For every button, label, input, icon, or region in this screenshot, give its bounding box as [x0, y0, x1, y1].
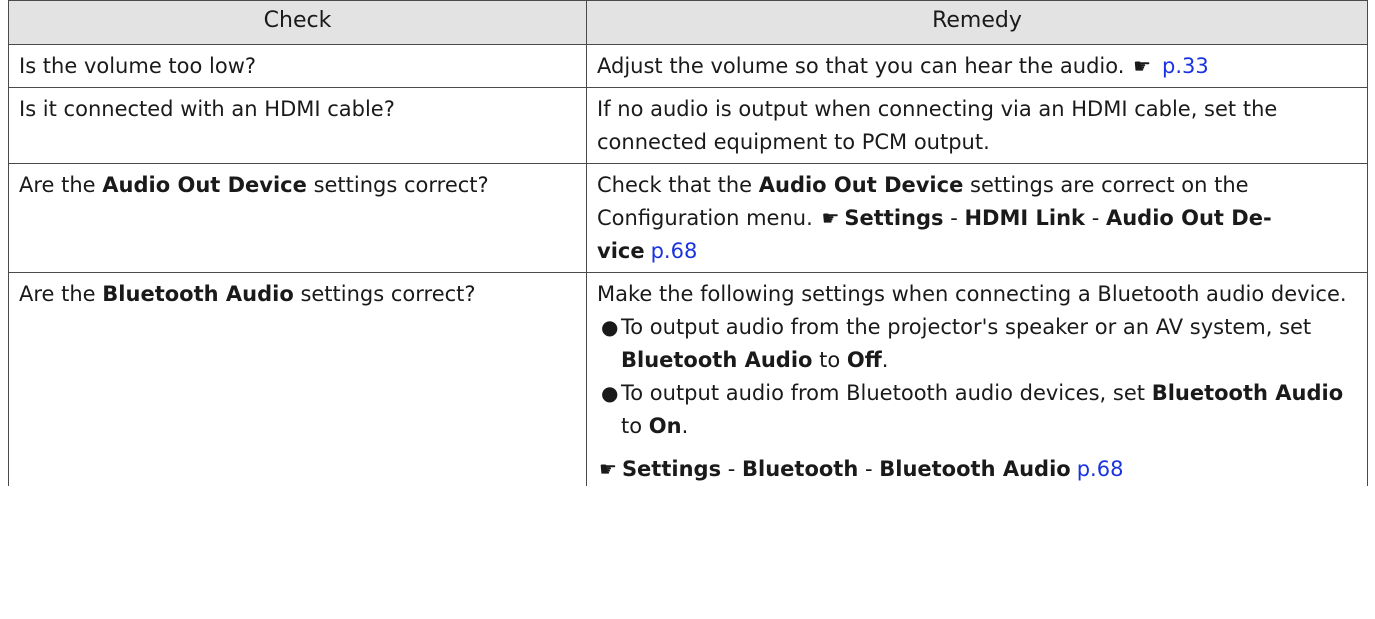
- list-item: ● To output audio from Bluetooth audio de…: [597, 377, 1357, 443]
- pointing-hand-icon: ☛: [599, 457, 617, 481]
- menu-path-item: Bluetooth: [742, 457, 859, 481]
- bullet-text-pre: To output audio from the projector's spe…: [621, 315, 1312, 339]
- check-setting-name: Bluetooth Audio: [102, 282, 294, 306]
- menu-path-separator: -: [1091, 206, 1100, 230]
- remedy-cell: Make the following settings when connect…: [586, 272, 1368, 486]
- column-header-remedy: Remedy: [586, 0, 1368, 45]
- troubleshooting-table-container: Check Remedy Is the volume too low? Adju…: [8, 0, 1368, 486]
- column-header-check: Check: [8, 0, 587, 45]
- check-cell: Is the volume too low?: [8, 44, 587, 88]
- bullet-text-mid: to: [819, 348, 841, 372]
- troubleshooting-table: Check Remedy Is the volume too low? Adju…: [8, 0, 1368, 486]
- bullet-text-post: .: [881, 348, 889, 372]
- bullet-setting-name: Bluetooth Audio: [621, 348, 813, 372]
- pointing-hand-icon: ☛: [1133, 54, 1152, 78]
- check-text-post: settings correct?: [313, 173, 489, 197]
- check-text-pre: Are the: [19, 173, 96, 197]
- menu-path-item: Settings: [621, 457, 722, 481]
- bullet-dot-icon: ●: [601, 315, 619, 339]
- check-text-pre: Are the: [19, 282, 96, 306]
- check-cell: Are the Audio Out Device settings correc…: [8, 163, 587, 273]
- check-text: Is it connected with an HDMI cable?: [19, 97, 395, 121]
- menu-path-item: Settings: [844, 206, 944, 230]
- table-header-row: Check Remedy: [8, 0, 1368, 45]
- menu-path-item-continued: vice: [597, 239, 645, 263]
- check-text-post: settings correct?: [300, 282, 476, 306]
- remedy-cell: Adjust the volume so that you can hear t…: [586, 44, 1368, 88]
- remedy-setting-name: Audio Out Device: [758, 173, 964, 197]
- check-cell: Is it connected with an HDMI cable?: [8, 87, 587, 164]
- page-reference-link[interactable]: p.68: [651, 239, 698, 263]
- menu-path-separator: -: [864, 457, 873, 481]
- remedy-cell: If no audio is output when connecting vi…: [586, 87, 1368, 164]
- bullet-text-pre: To output audio from Bluetooth audio dev…: [621, 381, 1145, 405]
- bullet-list: ● To output audio from the projector's sp…: [597, 311, 1357, 443]
- table-row: Are the Audio Out Device settings correc…: [8, 163, 1368, 273]
- table-row: Is the volume too low? Adjust the volume…: [8, 44, 1368, 88]
- check-cell: Are the Bluetooth Audio settings correct…: [8, 272, 587, 486]
- bullet-text-post: .: [681, 414, 689, 438]
- menu-path: ☛ Settings - Bluetooth - Bluetooth Audio p…: [597, 453, 1357, 486]
- menu-path-item: Bluetooth Audio: [879, 457, 1071, 481]
- bullet-dot-icon: ●: [601, 381, 619, 405]
- pointing-hand-icon: ☛: [821, 206, 840, 230]
- bullet-text-mid: to: [621, 414, 643, 438]
- remedy-text-pre: Check that the: [597, 173, 753, 197]
- remedy-text: If no audio is output when connecting vi…: [597, 97, 1278, 154]
- menu-path-separator: -: [950, 206, 958, 230]
- remedy-cell: Check that the Audio Out Device settings…: [586, 163, 1368, 273]
- bullet-setting-value: On: [648, 414, 682, 438]
- page-reference-link[interactable]: p.33: [1162, 54, 1209, 78]
- table-row: Are the Bluetooth Audio settings correct…: [8, 272, 1368, 486]
- check-setting-name: Audio Out Device: [102, 173, 307, 197]
- check-text: Is the volume too low?: [19, 54, 257, 78]
- page-reference-link[interactable]: p.68: [1077, 457, 1124, 481]
- menu-path-separator: -: [727, 457, 736, 481]
- menu-path-item: Audio Out De-: [1105, 206, 1272, 230]
- list-item: ● To output audio from the projector's sp…: [597, 311, 1357, 377]
- table-row: Is it connected with an HDMI cable? If n…: [8, 87, 1368, 164]
- bullet-setting-name: Bluetooth Audio: [1151, 381, 1344, 405]
- remedy-text: Adjust the volume so that you can hear t…: [597, 54, 1125, 78]
- menu-path-item: HDMI Link: [964, 206, 1085, 230]
- remedy-intro: Make the following settings when connect…: [597, 282, 1347, 306]
- bullet-setting-value: Off: [846, 348, 882, 372]
